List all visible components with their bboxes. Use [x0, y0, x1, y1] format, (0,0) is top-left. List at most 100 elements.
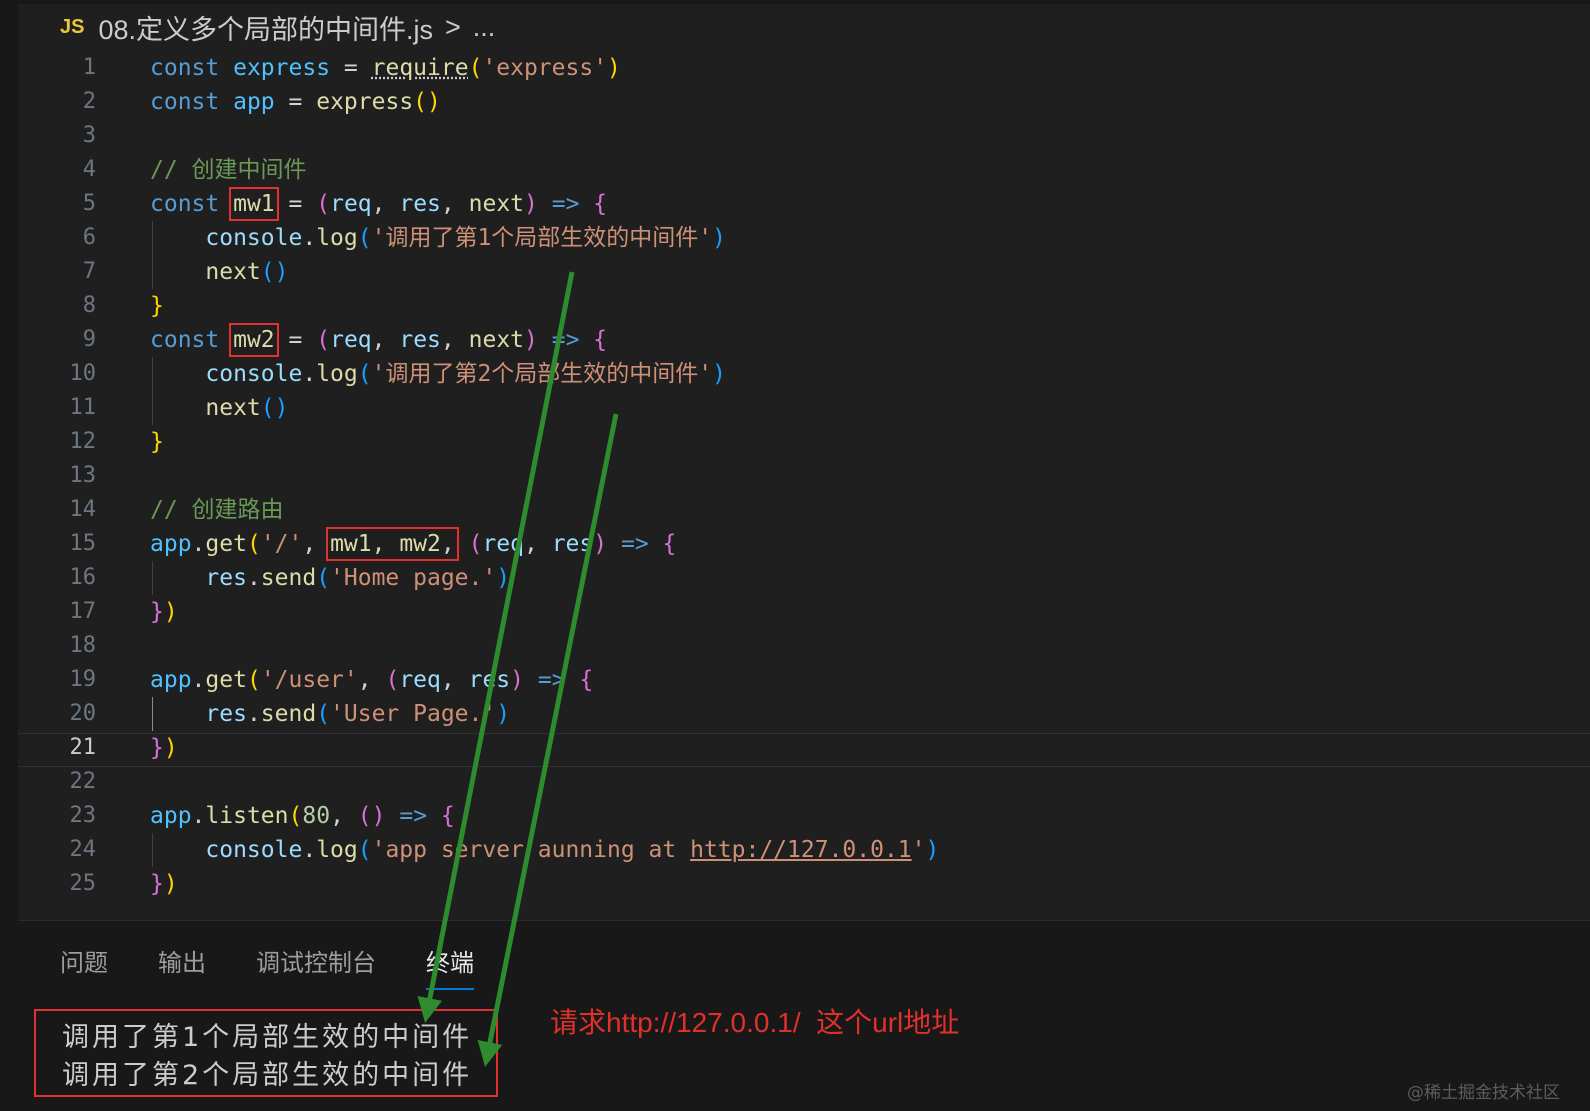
code-line-1: 1 const express = require('express') — [18, 51, 1590, 85]
string: '/' — [260, 531, 303, 557]
tab-output[interactable]: 输出 — [158, 943, 206, 990]
param: res — [399, 327, 441, 353]
tab-bar-edge — [18, 0, 1590, 4]
code-line-2: 2 const app = express() — [18, 85, 1590, 119]
code-line-16: 16 res.send('Home page.') — [18, 561, 1590, 595]
keyword: const — [150, 191, 220, 217]
breadcrumb[interactable]: JS 08.定义多个局部的中间件.js > ... — [60, 8, 496, 47]
code-line-6: 6 console.log('调用了第1个局部生效的中间件') — [18, 221, 1590, 255]
keyword: const — [150, 55, 220, 81]
param: req — [330, 327, 372, 353]
number: 80 — [302, 803, 331, 829]
string: '调用了第1个局部生效的中间件' — [371, 225, 713, 251]
line-number: 22 — [69, 769, 97, 794]
breadcrumb-more[interactable]: ... — [473, 12, 496, 43]
string: 'express' — [482, 55, 608, 81]
param: next — [468, 327, 525, 353]
code-editor[interactable]: 1 const express = require('express') 2 c… — [18, 50, 1590, 920]
panel-tabs: 问题 输出 调试控制台 终端 — [60, 943, 524, 990]
param: req — [482, 531, 524, 557]
comment: // 创建路由 — [150, 497, 284, 523]
param: req — [330, 191, 372, 217]
line-number: 11 — [69, 395, 97, 420]
line-number: 17 — [69, 599, 97, 624]
mw2-highlight: mw2 — [229, 323, 279, 357]
string: 'Home page.' — [330, 565, 497, 591]
param: res — [468, 667, 511, 693]
code-line-22: 22 — [18, 765, 1590, 799]
mws-highlight: mw1, mw2 — [330, 531, 441, 557]
watermark: @稀土掘金技术社区 — [1407, 1083, 1560, 1103]
string: 'User Page.' — [330, 701, 497, 727]
function-call: send — [260, 701, 317, 727]
code-line-21: 21 }) — [18, 731, 1590, 765]
code-line-5: 5 const mw1 = (req, res, next) => { — [18, 187, 1590, 221]
line-number: 2 — [82, 89, 96, 114]
keyword: const — [150, 327, 220, 353]
line-number: 12 — [69, 429, 97, 454]
code-line-24: 24 console.log('app server aunning at ht… — [18, 833, 1590, 867]
line-number: 1 — [82, 55, 96, 80]
function-call: next — [205, 259, 261, 285]
code-line-7: 7 next() — [18, 255, 1590, 289]
identifier: express — [233, 55, 331, 81]
code-line-11: 11 next() — [18, 391, 1590, 425]
code-line-23: 23 app.listen(80, () => { — [18, 799, 1590, 833]
string: ' — [911, 837, 926, 863]
code-line-19: 19 app.get('/user', (req, res) => { — [18, 663, 1590, 697]
arrow-operator: => — [620, 531, 649, 557]
activity-bar-edge — [0, 0, 18, 1111]
function-call: log — [316, 361, 358, 387]
line-number: 9 — [82, 327, 96, 352]
code-line-15: 15 app.get('/', mw1, mw2, (req, res) => … — [18, 527, 1590, 561]
code-line-17: 17 }) — [18, 595, 1590, 629]
line-number: 3 — [82, 123, 96, 148]
arrow-operator: => — [551, 191, 580, 217]
line-number: 16 — [69, 565, 97, 590]
annotation-text: 请求http://127.0.0.1/ 这个url地址 — [550, 1007, 960, 1038]
identifier: res — [205, 701, 247, 727]
code-line-3: 3 — [18, 119, 1590, 153]
bottom-panel: 问题 输出 调试控制台 终端 调用了第1个局部生效的中间件 调用了第2个局部生效… — [18, 921, 1590, 1111]
function-call: next — [205, 395, 261, 421]
code-line-10: 10 console.log('调用了第2个局部生效的中间件') — [18, 357, 1590, 391]
line-number: 6 — [82, 225, 96, 250]
terminal-line: 调用了第2个局部生效的中间件 — [62, 1060, 473, 1091]
terminal-line: 调用了第1个局部生效的中间件 — [62, 1022, 473, 1053]
string: 'app server aunning at — [371, 837, 691, 863]
identifier: res — [205, 565, 247, 591]
line-number: 7 — [82, 259, 96, 284]
line-number: 19 — [69, 667, 97, 692]
identifier: console — [205, 837, 303, 863]
code-line-14: 14 // 创建路由 — [18, 493, 1590, 527]
param: res — [399, 191, 441, 217]
keyword: const — [150, 89, 220, 115]
line-number: 20 — [69, 701, 97, 726]
function-call: require — [371, 55, 469, 81]
js-file-icon: JS — [60, 15, 85, 38]
identifier: app — [150, 531, 192, 557]
param: res — [551, 531, 594, 557]
line-number: 13 — [69, 463, 97, 488]
function-call: express — [316, 89, 414, 115]
identifier: app — [233, 89, 275, 115]
function-call: log — [316, 225, 358, 251]
url-link[interactable]: http://127.0.0.1 — [690, 837, 912, 863]
line-number-active: 21 — [69, 735, 97, 760]
identifier: app — [150, 667, 192, 693]
tab-terminal[interactable]: 终端 — [426, 943, 474, 990]
code-line-18: 18 — [18, 629, 1590, 663]
code-line-9: 9 const mw2 = (req, res, next) => { — [18, 323, 1590, 357]
identifier: console — [205, 361, 303, 387]
function-call: log — [316, 837, 358, 863]
line-number: 24 — [69, 837, 97, 862]
breadcrumb-file[interactable]: 08.定义多个局部的中间件.js — [98, 8, 433, 47]
terminal-output[interactable]: 调用了第1个局部生效的中间件 调用了第2个局部生效的中间件 — [34, 1009, 498, 1097]
tab-debug-console[interactable]: 调试控制台 — [256, 943, 376, 990]
tab-problems[interactable]: 问题 — [60, 943, 108, 990]
code-line-12: 12 } — [18, 425, 1590, 459]
line-number: 23 — [69, 803, 97, 828]
function-call: listen — [205, 803, 289, 829]
line-number: 18 — [69, 633, 97, 658]
code-line-4: 4 // 创建中间件 — [18, 153, 1590, 187]
